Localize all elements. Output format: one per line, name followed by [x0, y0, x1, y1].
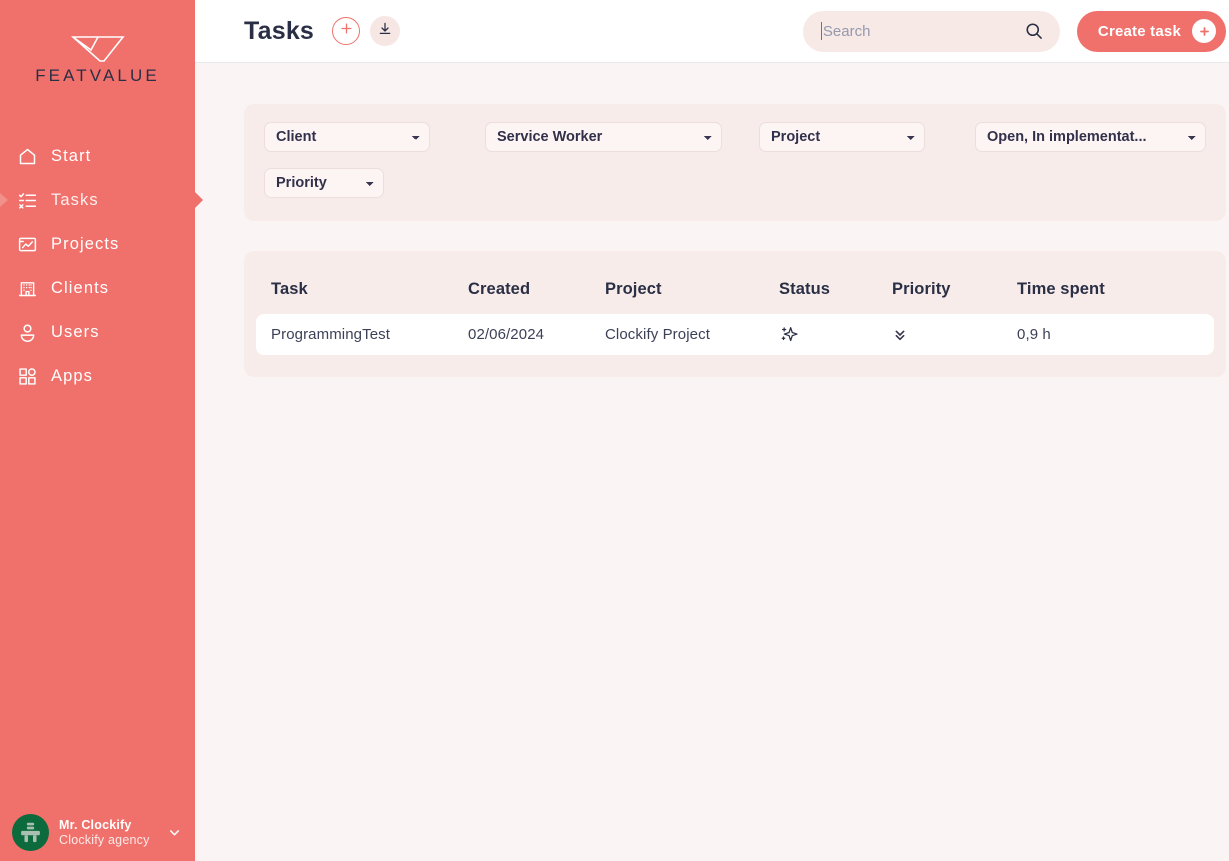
home-icon — [16, 145, 38, 167]
sidebar-item-label: Apps — [51, 366, 94, 385]
filter-status-select[interactable]: Open, In implementat... — [975, 122, 1206, 152]
sidebar-item-apps[interactable]: Apps — [0, 354, 195, 398]
sidebar: FEATVALUE Start Tasks Projects Clients U… — [0, 0, 203, 861]
column-header-task: Task — [271, 279, 308, 298]
sidebar-item-label: Users — [51, 322, 100, 341]
plus-circle-icon — [339, 21, 354, 41]
add-task-button[interactable] — [332, 17, 361, 45]
brand-logo[interactable]: FEATVALUE — [0, 0, 195, 86]
column-header-project: Project — [605, 279, 662, 298]
search-text-caret — [820, 22, 822, 40]
double-chevron-down-icon — [892, 327, 908, 343]
filters-row-1: Client Service Worker Project Open, In i… — [264, 122, 1206, 152]
cell-created: 02/06/2024 — [468, 326, 545, 343]
cell-time-spent: 0,9 h — [1017, 326, 1051, 343]
page-title: Tasks — [244, 16, 315, 45]
sidebar-item-label: Tasks — [51, 190, 99, 209]
cell-project: Clockify Project — [605, 326, 710, 343]
active-indicator-right-icon — [194, 191, 203, 209]
profile-org: Clockify agency — [59, 832, 150, 847]
app-root: FEATVALUE Start Tasks Projects Clients U… — [0, 0, 1229, 861]
table-row[interactable]: ProgrammingTest 02/06/2024 Clockify Proj… — [256, 314, 1214, 355]
export-download-button[interactable] — [370, 16, 401, 46]
cell-priority[interactable] — [892, 327, 1017, 343]
title-actions — [332, 16, 401, 46]
sidebar-nav: Start Tasks Projects Clients Users Apps — [0, 134, 203, 398]
profile-name: Mr. Clockify — [59, 817, 132, 832]
tasks-table: Task Created Project Status Priority Tim… — [244, 251, 1226, 377]
cell-task: ProgrammingTest — [271, 326, 391, 343]
download-icon — [377, 21, 393, 42]
avatar — [12, 814, 49, 851]
sidebar-item-label: Clients — [51, 278, 110, 297]
sidebar-item-start[interactable]: Start — [0, 134, 195, 178]
sidebar-item-label: Projects — [51, 234, 120, 253]
sparkle-icon — [779, 325, 799, 345]
search-icon[interactable] — [1024, 21, 1044, 41]
active-indicator-left-icon — [0, 193, 8, 207]
column-header-time-spent: Time spent — [1017, 279, 1105, 298]
user-icon — [16, 321, 38, 343]
sidebar-item-tasks[interactable]: Tasks — [0, 178, 203, 222]
header-right: Create task — [802, 10, 1226, 52]
top-header: Tasks Search Create task — [195, 0, 1229, 63]
create-task-label: Create task — [1097, 22, 1181, 40]
brand-name: FEATVALUE — [35, 66, 160, 85]
filter-project-select[interactable]: Project — [759, 122, 925, 152]
cell-status[interactable] — [779, 325, 892, 345]
filter-client-select[interactable]: Client — [264, 122, 430, 152]
checklist-icon — [16, 189, 38, 211]
column-header-created: Created — [468, 279, 531, 298]
column-header-priority: Priority — [892, 279, 951, 298]
profile-meta: Mr. Clockify Clockify agency — [59, 818, 155, 848]
search-input[interactable] — [822, 22, 1024, 40]
featvalue-funnel-logo-icon — [69, 34, 127, 64]
filter-priority-select[interactable]: Priority — [264, 168, 384, 198]
column-header-status: Status — [779, 279, 831, 298]
content: Client Service Worker Project Open, In i… — [195, 63, 1229, 377]
building-icon — [16, 277, 38, 299]
filter-service-worker-select[interactable]: Service Worker — [485, 122, 722, 152]
apps-grid-icon — [16, 365, 38, 387]
chevron-down-icon[interactable] — [165, 825, 183, 840]
sidebar-item-projects[interactable]: Projects — [0, 222, 195, 266]
plus-icon — [1192, 19, 1216, 43]
user-profile[interactable]: Mr. Clockify Clockify agency — [0, 814, 195, 851]
sidebar-item-users[interactable]: Users — [0, 310, 195, 354]
blueprint-icon — [16, 233, 38, 255]
sidebar-item-clients[interactable]: Clients — [0, 266, 195, 310]
create-task-button[interactable]: Create task — [1076, 10, 1226, 52]
sidebar-item-label: Start — [51, 146, 92, 165]
table-header-row: Task Created Project Status Priority Tim… — [256, 272, 1214, 306]
main-area: Tasks Search Create task Client Service … — [195, 0, 1229, 861]
search-box[interactable] — [802, 10, 1060, 52]
filters-row-2: Priority — [264, 168, 1206, 198]
filters-panel: Client Service Worker Project Open, In i… — [244, 104, 1226, 221]
